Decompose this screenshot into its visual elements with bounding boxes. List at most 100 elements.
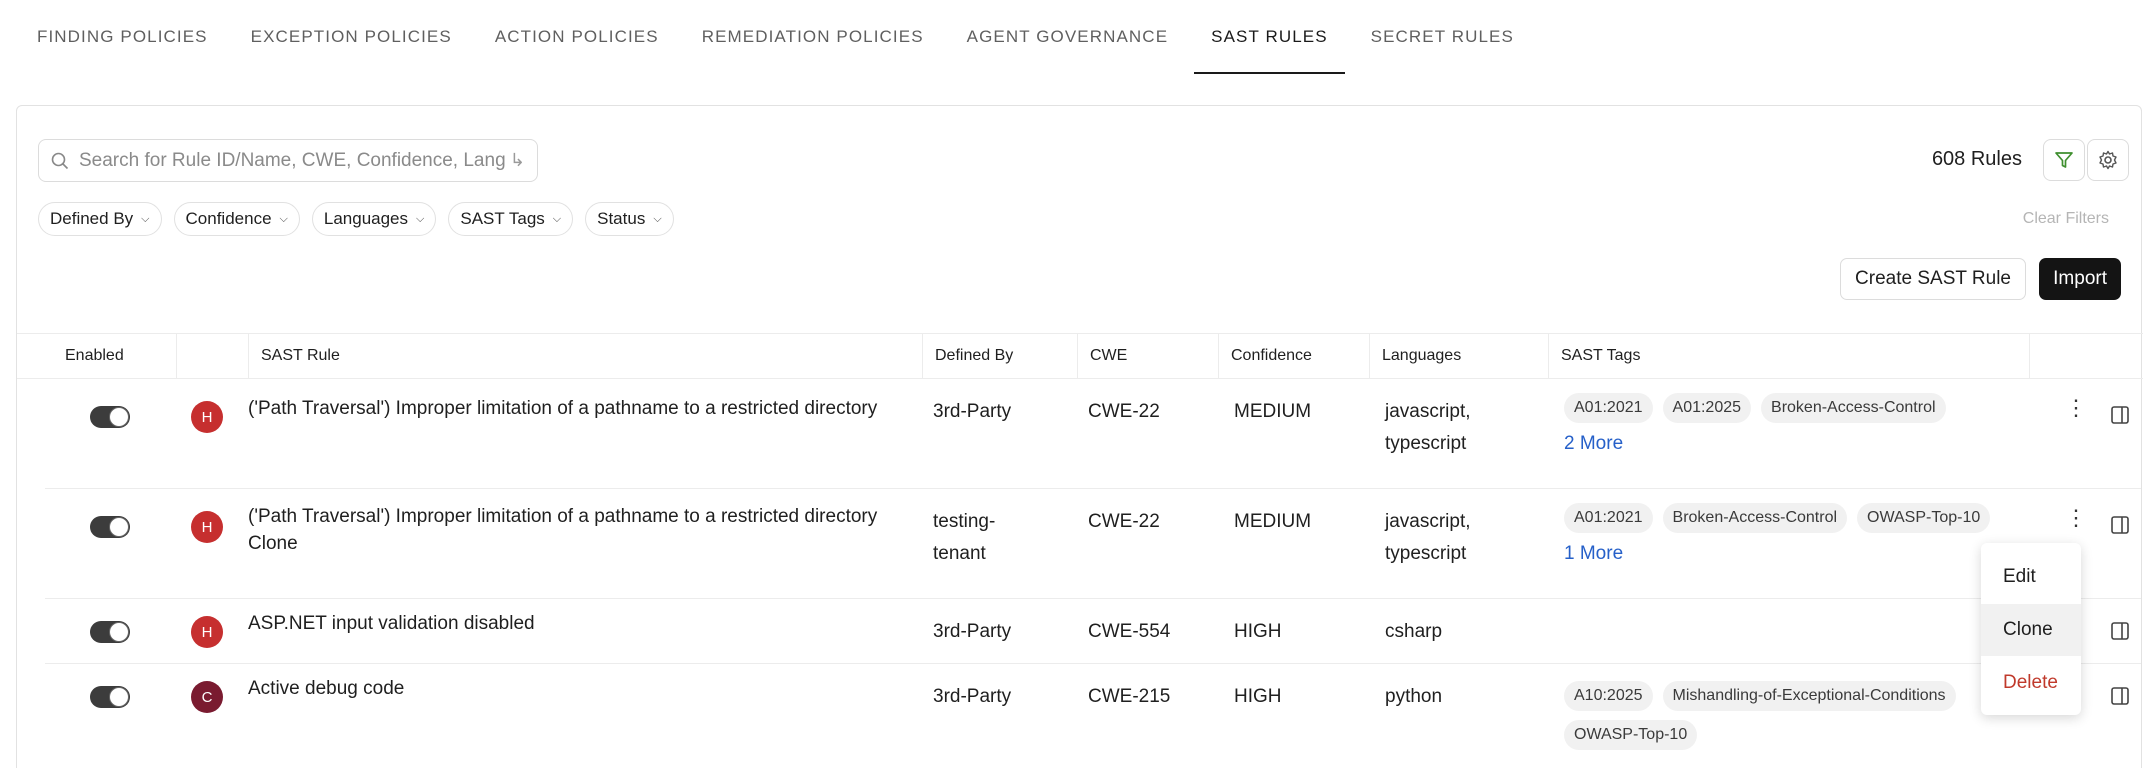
side-panel-icon[interactable]	[2111, 687, 2129, 705]
severity-badge: H	[191, 401, 223, 433]
confidence: HIGH	[1234, 686, 1282, 707]
kebab-icon[interactable]: ⋮	[2065, 395, 2087, 421]
rule-name-line: ('Path Traversal') Improper limitation o…	[248, 506, 878, 527]
column-actions	[2029, 334, 2030, 378]
severity-badge: C	[191, 681, 223, 713]
column-sast-tags[interactable]: SAST Tags	[1548, 334, 1640, 378]
rule-name-line: Clone	[248, 533, 298, 554]
filter-confidence[interactable]: Confidence ⌵	[173, 202, 300, 236]
clear-filters-link[interactable]: Clear Filters	[2023, 210, 2109, 228]
search-box: ↳	[38, 139, 538, 182]
row-context-menu: Edit Clone Delete	[1981, 543, 2081, 715]
chevron-down-icon: ⌵	[552, 212, 562, 225]
kebab-icon[interactable]: ⋮	[2065, 505, 2087, 531]
enabled-toggle[interactable]	[90, 516, 130, 538]
settings-button[interactable]	[2087, 139, 2129, 181]
menu-item-edit[interactable]: Edit	[1981, 551, 2081, 603]
defined-by: 3rd-Party	[933, 401, 1012, 422]
tag: Mishandling-of-Exceptional-Conditions	[1662, 681, 1956, 711]
column-defined-by[interactable]: Defined By	[922, 334, 1013, 378]
chevron-down-icon: ⌵	[653, 212, 662, 225]
filter-chips: Defined By ⌵ Confidence ⌵ Languages ⌵ SAST …	[38, 202, 686, 236]
table-row[interactable]: H ASP.NET input validation disabled 3rd-…	[45, 599, 2141, 664]
enabled-toggle[interactable]	[90, 686, 130, 708]
rule-name[interactable]: ASP.NET input validation disabled	[248, 608, 535, 640]
rules-card: ↳ 608 Rules Defined By ⌵ Confidence ⌵ Lang…	[16, 105, 2143, 768]
enabled-toggle[interactable]	[90, 406, 130, 428]
filter-defined-by[interactable]: Defined By ⌵	[38, 202, 162, 236]
chevron-down-icon: ⌵	[141, 212, 150, 225]
side-panel-icon[interactable]	[2111, 406, 2129, 424]
column-enabled[interactable]: Enabled	[65, 334, 124, 378]
rule-name[interactable]: ('Path Traversal') Improper limitation o…	[248, 393, 877, 425]
menu-item-delete[interactable]: Delete	[1981, 657, 2081, 709]
tag: Broken-Access-Control	[1662, 503, 1848, 533]
column-severity	[176, 334, 248, 378]
rule-name[interactable]: Active debug code	[248, 673, 404, 705]
rule-name-line: Active debug code	[248, 678, 405, 699]
tab-sast-rules[interactable]: SAST RULES	[1194, 0, 1345, 74]
filter-button[interactable]	[2043, 139, 2085, 181]
rule-name[interactable]: ('Path Traversal') Improper limitation o…	[248, 503, 877, 557]
enabled-toggle[interactable]	[90, 621, 130, 643]
table-row[interactable]: H ('Path Traversal') Improper limitation…	[45, 489, 2141, 599]
search-icon	[51, 152, 69, 169]
filter-sast-tags[interactable]: SAST Tags ⌵	[448, 202, 574, 236]
confidence: MEDIUM	[1234, 401, 1312, 422]
defined-by-line: tenant	[933, 543, 986, 564]
table-row[interactable]: H ('Path Traversal') Improper limitation…	[45, 379, 2141, 489]
filter-icon	[2055, 152, 2073, 168]
more-tags-link[interactable]: 2 More	[1564, 433, 1956, 455]
tab-exception-policies[interactable]: EXCEPTION POLICIES	[234, 0, 469, 74]
gear-icon	[2099, 150, 2117, 170]
language-item: typescript	[1385, 433, 1467, 454]
create-sast-rule-button[interactable]: Create SAST Rule	[1840, 258, 2026, 300]
tab-remediation-policies[interactable]: REMEDIATION POLICIES	[685, 0, 941, 74]
filter-status[interactable]: Status ⌵	[585, 202, 674, 236]
language-item: javascript,	[1385, 511, 1471, 532]
severity-badge: H	[191, 616, 223, 648]
rule-count: 608 Rules	[1931, 148, 2022, 170]
defined-by-line: testing-	[933, 511, 996, 532]
chevron-down-icon: ⌵	[416, 212, 425, 225]
more-tags-link[interactable]: 1 More	[1564, 543, 2000, 565]
column-sast-rule[interactable]: SAST Rule	[248, 334, 340, 378]
menu-item-clone[interactable]: Clone	[1981, 604, 2081, 656]
defined-by: 3rd-Party	[933, 621, 1012, 642]
filter-label: Languages	[323, 209, 409, 228]
column-confidence[interactable]: Confidence	[1218, 334, 1312, 378]
languages: javascript, typescript	[1385, 506, 1471, 570]
filter-label: SAST Tags	[460, 209, 545, 228]
import-button[interactable]: Import	[2039, 258, 2121, 300]
tab-finding-policies[interactable]: FINDING POLICIES	[20, 0, 225, 74]
defined-by: 3rd-Party	[933, 686, 1012, 707]
tab-agent-governance[interactable]: AGENT GOVERNANCE	[950, 0, 1186, 74]
side-panel-icon[interactable]	[2111, 622, 2129, 640]
policy-tabs: FINDING POLICIES EXCEPTION POLICIES ACTI…	[20, 0, 1540, 74]
tag: A01:2021	[1564, 503, 1653, 533]
column-cwe[interactable]: CWE	[1077, 334, 1127, 378]
languages: python	[1385, 686, 1443, 707]
chevron-down-icon: ⌵	[279, 212, 288, 225]
sast-tags: A01:2021 A01:2025 Broken-Access-Control 2 …	[1564, 393, 1956, 455]
languages: csharp	[1385, 621, 1443, 642]
cwe: CWE-215	[1088, 686, 1171, 707]
tag: A10:2025	[1564, 681, 1653, 711]
rule-name-line: ('Path Traversal') Improper limitation o…	[248, 398, 878, 419]
sast-tags: A10:2025 Mishandling-of-Exceptional-Condi…	[1564, 681, 2034, 750]
search-input[interactable]	[79, 149, 506, 172]
column-languages[interactable]: Languages	[1369, 334, 1461, 378]
side-panel-icon[interactable]	[2111, 516, 2129, 534]
cwe: CWE-22	[1088, 511, 1160, 532]
tag: Broken-Access-Control	[1761, 393, 1946, 423]
table-row[interactable]: C Active debug code 3rd-Party CWE-215 HI…	[45, 664, 2141, 768]
tab-action-policies[interactable]: ACTION POLICIES	[478, 0, 676, 74]
cwe: CWE-554	[1088, 621, 1171, 642]
severity-badge: H	[191, 511, 223, 543]
tab-secret-rules[interactable]: SECRET RULES	[1354, 0, 1531, 74]
filter-languages[interactable]: Languages ⌵	[311, 202, 437, 236]
sast-tags: A01:2021 Broken-Access-Control OWASP-Top-1…	[1564, 503, 2000, 565]
tag: OWASP-Top-10	[1564, 720, 1698, 750]
tag: A01:2021	[1564, 393, 1653, 423]
languages: javascript, typescript	[1385, 396, 1471, 460]
